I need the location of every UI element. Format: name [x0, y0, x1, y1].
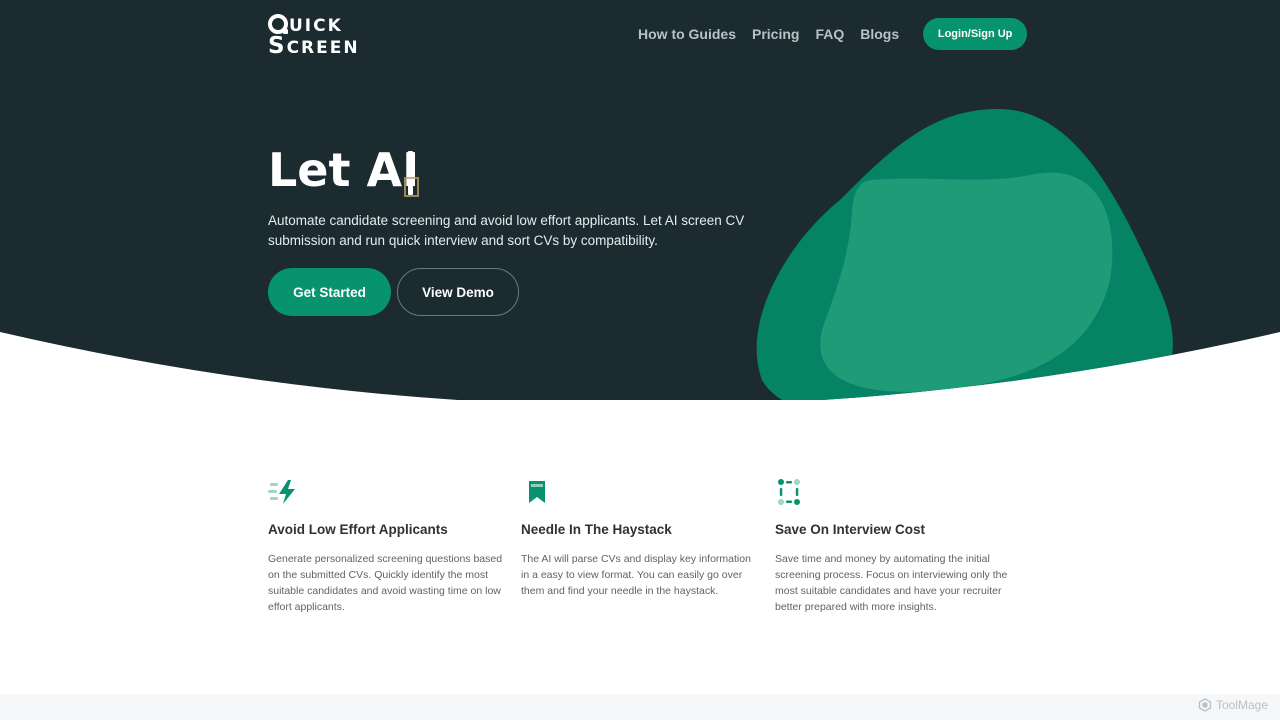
hero-headline: Let AI	[268, 143, 420, 197]
logo-line-1: QUICK	[268, 14, 360, 36]
nav-link-pricing[interactable]: Pricing	[752, 18, 799, 50]
nav-link-faq[interactable]: FAQ	[815, 18, 844, 50]
lightning-icon	[268, 480, 295, 504]
view-demo-button[interactable]: View Demo	[397, 268, 519, 316]
hero-subtitle: Automate candidate screening and avoid l…	[268, 213, 745, 248]
hexagon-logo-icon	[1198, 698, 1212, 712]
feature-description: Save time and money by automating the in…	[775, 553, 1008, 613]
logo-line-1-rest: UICK	[289, 16, 343, 36]
logo-line-2-rest: CREEN	[286, 38, 360, 58]
feature-description: Generate personalized screening question…	[268, 553, 503, 613]
features-section: Avoid Low Effort Applicants Generate per…	[268, 478, 1028, 638]
next-section-edge	[0, 694, 1280, 720]
nav-link-blogs[interactable]: Blogs	[860, 18, 899, 50]
get-started-button[interactable]: Get Started	[268, 268, 391, 316]
watermark: ToolMage	[1198, 698, 1268, 712]
feature-description: The AI will parse CVs and display key in…	[521, 553, 751, 597]
logo[interactable]: QUICK SCREEN	[268, 14, 360, 58]
watermark-text: ToolMage	[1215, 698, 1268, 712]
feature-title: Needle In The Haystack	[521, 522, 672, 537]
bookmark-icon	[529, 481, 545, 503]
login-signup-button[interactable]: Login/Sign Up	[923, 18, 1028, 50]
dotted-square-icon	[778, 479, 800, 505]
hero-background	[0, 0, 1280, 400]
feature-title: Avoid Low Effort Applicants	[268, 522, 448, 537]
logo-line-2-first: S	[268, 33, 287, 59]
magnifier-q-icon	[268, 14, 288, 34]
hero-section: QUICK SCREEN How to Guides Pricing FAQ B…	[0, 0, 1280, 400]
nav-link-how-to-guides[interactable]: How to Guides	[638, 18, 736, 50]
feature-title: Save On Interview Cost	[775, 522, 926, 537]
top-nav: How to Guides Pricing FAQ Blogs Login/Si…	[638, 18, 1028, 50]
logo-line-2: SCREEN	[268, 33, 360, 59]
text-cursor-icon	[404, 177, 419, 197]
